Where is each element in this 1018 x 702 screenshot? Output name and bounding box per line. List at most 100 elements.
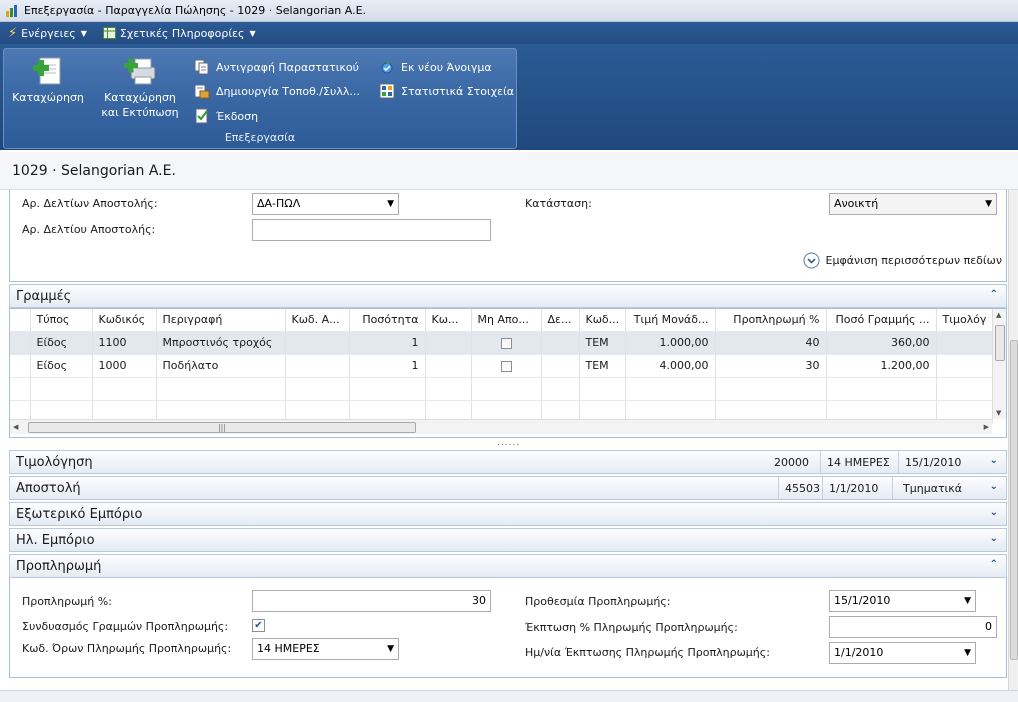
checkbox[interactable] [500, 360, 512, 372]
line-quantity[interactable]: 1 [349, 330, 426, 354]
line-uom[interactable]: ΤΕΜ [579, 353, 626, 377]
prepayment-fasttab-header[interactable]: Προπληρωμή ⌃ [9, 554, 1007, 578]
scroll-left-icon[interactable]: ◀ [13, 423, 18, 431]
column-header[interactable]: Κωδ. Α... [285, 309, 350, 331]
column-header[interactable]: Προπληρωμή % [715, 309, 827, 331]
column-header[interactable]: Κωδικός [92, 309, 157, 331]
invoicing-summary-1: 20000 [774, 455, 809, 469]
column-header[interactable]: Περιγραφή [156, 309, 286, 331]
grid-vertical-scrollbar[interactable]: ▲ ▼ [992, 309, 1006, 419]
shipping-fasttab-header[interactable]: Αποστολή 45503 1/1/2010 Τμηματικά ⌄ [9, 476, 1007, 500]
chevron-up-icon[interactable]: ⌃ [990, 559, 998, 570]
line-cell[interactable] [285, 353, 350, 377]
line-amount[interactable]: 360,00 [826, 330, 937, 354]
prepayment-pct-field[interactable]: 30 [252, 590, 491, 612]
line-cell[interactable] [541, 330, 580, 354]
create-whse-button[interactable]: Δημιουργία Τοποθ./Συλλ... [194, 82, 360, 100]
release-button[interactable]: Έκδοση [194, 107, 258, 125]
line-quantity[interactable]: 1 [349, 353, 426, 377]
line-cell[interactable] [541, 353, 580, 377]
related-info-menu[interactable]: Σχετικές Πληροφορίες ▼ [95, 22, 264, 44]
chevron-down-icon[interactable]: ⌄ [990, 533, 998, 544]
column-header[interactable]: Κω... [425, 309, 472, 331]
menubar: ⚡ Ενέργειες ▼ Σχετικές Πληροφορίες ▼ [0, 22, 1018, 44]
status-field[interactable]: Ανοικτή ▼ [829, 193, 997, 215]
prepayment-due-field[interactable]: 15/1/2010 ▼ [829, 590, 976, 612]
page-vertical-scrollbar[interactable] [1008, 190, 1018, 690]
line-cell[interactable] [936, 353, 993, 377]
prepayment-disc-field[interactable]: 0 [829, 616, 997, 638]
post-and-print-button[interactable]: Καταχώρηση και Εκτύπωση [100, 55, 180, 120]
prepayment-disc-label: Έκπτωση % Πληρωμής Προπληρωμής: [525, 621, 738, 634]
dropdown-arrow-icon[interactable]: ▼ [985, 199, 992, 209]
line-description[interactable]: Μπροστινός τροχός [156, 330, 286, 354]
reopen-button[interactable]: Εκ νέου Άνοιγμα [379, 58, 492, 76]
grid-scroll-thumb[interactable] [995, 325, 1005, 361]
page-scroll-thumb[interactable] [1010, 340, 1018, 660]
show-more-fields-link[interactable]: Εμφάνιση περισσότερων πεδίων [803, 252, 1002, 269]
line-no[interactable]: 1100 [92, 330, 157, 354]
lines-fasttab-header[interactable]: Γραμμές ⌃ [9, 284, 1007, 308]
scroll-down-icon[interactable]: ▼ [996, 409, 1001, 417]
foreign-trade-fasttab-header[interactable]: Εξωτερικό Εμπόριο ⌄ [9, 502, 1007, 526]
copy-document-button[interactable]: Αντιγραφή Παραστατικού [194, 58, 359, 76]
post-print-label-1: Καταχώρηση [104, 91, 176, 104]
warehouse-icon [194, 84, 210, 99]
row-selector[interactable] [10, 330, 31, 354]
invoicing-fasttab-header[interactable]: Τιμολόγηση 20000 14 ΗΜΕΡΕΣ 15/1/2010 ⌄ [9, 450, 1007, 474]
chevron-down-icon[interactable]: ⌄ [990, 507, 998, 518]
chevron-down-icon[interactable]: ⌄ [990, 481, 998, 492]
compress-prepayment-checkbox[interactable]: ✔ [252, 619, 265, 632]
window-title: Επεξεργασία - Παραγγελία Πώλησης - 1029 … [24, 4, 367, 17]
splitter-grip[interactable]: ...... [497, 438, 520, 448]
ecommerce-fasttab-header[interactable]: Ηλ. Εμπόριο ⌄ [9, 528, 1007, 552]
line-prepayment-pct[interactable]: 30 [715, 353, 827, 377]
prepayment-disc-date-field[interactable]: 1/1/2010 ▼ [829, 642, 976, 664]
table-row[interactable]: Είδος 1000 Ποδήλατο 1 ΤΕΜ 4.000,00 30 1.… [10, 353, 993, 377]
line-cell[interactable] [285, 330, 350, 354]
column-header[interactable]: Δε... [541, 309, 580, 331]
grid-horizontal-scrollbar[interactable]: ◀ ||| ▶ [10, 419, 992, 434]
dropdown-arrow-icon[interactable]: ▼ [964, 596, 971, 606]
checkbox[interactable] [500, 337, 512, 349]
scroll-up-icon[interactable]: ▲ [996, 311, 1001, 319]
chevron-up-icon[interactable]: ⌃ [990, 289, 998, 300]
scroll-right-icon[interactable]: ▶ [984, 423, 989, 431]
shipment-nos-field[interactable]: ΔΑ-ΠΩΛ ▼ [252, 193, 399, 215]
line-no[interactable]: 1000 [92, 353, 157, 377]
column-header[interactable]: Ποσότητα [349, 309, 426, 331]
chevron-down-icon[interactable]: ⌄ [990, 455, 998, 466]
table-row[interactable]: Είδος 1100 Μπροστινός τροχός 1 ΤΕΜ 1.000… [10, 330, 993, 354]
line-checkbox-cell[interactable] [471, 330, 542, 354]
dropdown-arrow-icon[interactable]: ▼ [964, 648, 971, 658]
line-type[interactable]: Είδος [30, 330, 93, 354]
line-amount[interactable]: 1.200,00 [826, 353, 937, 377]
line-unit-price[interactable]: 1.000,00 [625, 330, 716, 354]
column-header[interactable]: Ποσό Γραμμής ... [826, 309, 937, 331]
post-button[interactable]: Καταχώρηση [10, 55, 86, 105]
prepayment-terms-field[interactable]: 14 ΗΜΕΡΕΣ ▼ [252, 638, 399, 660]
line-type[interactable]: Είδος [30, 353, 93, 377]
reopen-label: Εκ νέου Άνοιγμα [401, 60, 492, 74]
column-header[interactable]: Τύπος [30, 309, 93, 331]
statistics-button[interactable]: Στατιστικά Στοιχεία [379, 82, 514, 100]
table-row-empty[interactable] [10, 376, 993, 400]
line-cell[interactable] [936, 330, 993, 354]
line-uom[interactable]: ΤΕΜ [579, 330, 626, 354]
row-selector[interactable] [10, 353, 31, 377]
line-cell[interactable] [425, 353, 472, 377]
shipment-no-field[interactable] [252, 219, 491, 241]
column-header[interactable]: Κωδ... [579, 309, 626, 331]
grid-hscroll-thumb[interactable]: ||| [28, 422, 416, 433]
line-description[interactable]: Ποδήλατο [156, 353, 286, 377]
column-header[interactable]: Τιμή Μονάδ... [625, 309, 716, 331]
line-unit-price[interactable]: 4.000,00 [625, 353, 716, 377]
column-header[interactable]: Μη Απο... [471, 309, 542, 331]
line-checkbox-cell[interactable] [471, 353, 542, 377]
line-cell[interactable] [425, 330, 472, 354]
line-prepayment-pct[interactable]: 40 [715, 330, 827, 354]
dropdown-arrow-icon[interactable]: ▼ [387, 644, 394, 654]
column-header[interactable]: Τιμολόγ [936, 309, 993, 331]
actions-menu[interactable]: ⚡ Ενέργειες ▼ [0, 22, 95, 44]
dropdown-arrow-icon[interactable]: ▼ [387, 199, 394, 209]
